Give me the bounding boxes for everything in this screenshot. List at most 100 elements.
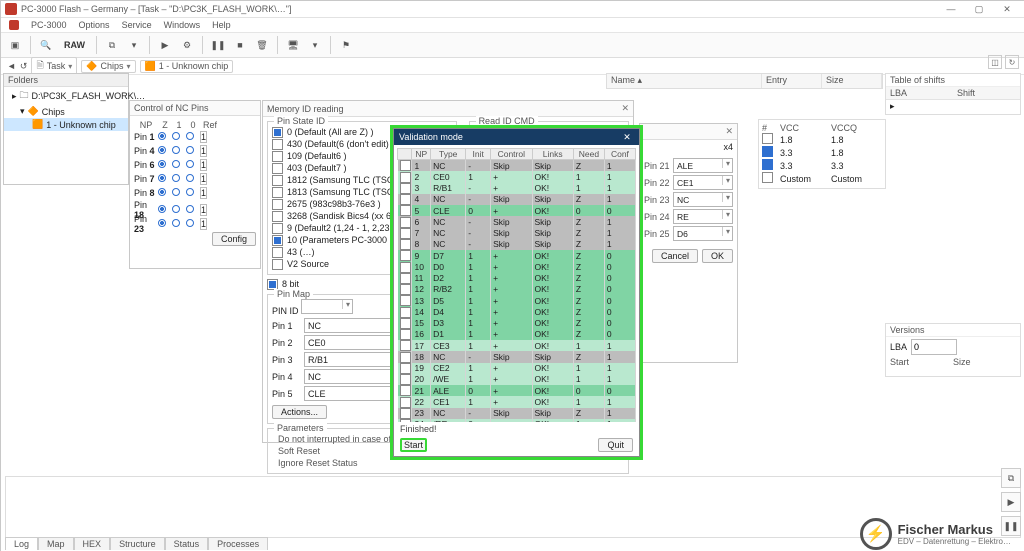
validation-row[interactable]: 10D01+OK!Z0	[398, 261, 636, 272]
tree-chip[interactable]: 🟧1 - Unknown chip	[4, 118, 128, 131]
copy-icon[interactable]: ⧉	[1001, 468, 1021, 488]
radio-z[interactable]	[158, 205, 166, 213]
versions-lba-input[interactable]	[911, 339, 957, 355]
vcc-check-icon[interactable]	[762, 146, 773, 157]
row-checkbox[interactable]	[400, 408, 411, 419]
copy-icon[interactable]: ⧉	[102, 35, 122, 55]
chevron-down-icon[interactable]: ▾	[124, 35, 144, 55]
crumb-chips[interactable]: 🔶Chips	[81, 60, 135, 73]
refresh-icon[interactable]: ↺	[20, 61, 28, 72]
crumb-chip[interactable]: 🟧1 - Unknown chip	[140, 60, 234, 73]
pin-combo[interactable]: CE1	[673, 175, 733, 190]
row-checkbox[interactable]	[400, 273, 411, 284]
radio-z[interactable]	[158, 174, 166, 182]
tree-root[interactable]: ▸🗀D:\PC3K_FLASH_WORK\…	[4, 87, 128, 105]
validation-row[interactable]: 21ALE0+OK!00	[398, 385, 636, 396]
row-checkbox[interactable]	[400, 228, 411, 239]
pin-combo[interactable]: ALE	[673, 158, 733, 173]
row-checkbox[interactable]	[400, 363, 411, 374]
vcc-check-icon[interactable]	[762, 159, 773, 170]
validation-row[interactable]: 23NC-SkipSkipZ1	[398, 408, 636, 419]
app-menu-icon[interactable]	[9, 20, 19, 30]
pin-combo[interactable]: NC	[673, 192, 733, 207]
validation-row[interactable]: 18NC-SkipSkipZ1	[398, 351, 636, 362]
shifts-col-shift[interactable]: Shift	[953, 87, 1020, 99]
row-checkbox[interactable]	[400, 340, 411, 351]
monitor-icon[interactable]: 🖥	[283, 35, 303, 55]
validation-row[interactable]: 12R/B21+OK!Z0	[398, 284, 636, 295]
validation-row[interactable]: 8NC-SkipSkipZ1	[398, 239, 636, 250]
pin-combo[interactable]: D6	[673, 226, 733, 241]
row-checkbox[interactable]	[400, 172, 411, 183]
close-icon[interactable]: ✕	[620, 132, 634, 143]
vcc-row[interactable]: 3.31.8	[762, 146, 882, 159]
radio-z[interactable]	[158, 188, 166, 196]
ok-button[interactable]: OK	[702, 249, 733, 263]
menu-service[interactable]: Service	[122, 20, 152, 30]
row-checkbox[interactable]	[400, 397, 411, 408]
stop-icon[interactable]: ■	[230, 35, 250, 55]
play-icon[interactable]: ▶	[1001, 492, 1021, 512]
radio-1[interactable]	[172, 174, 180, 182]
row-checkbox[interactable]	[400, 385, 411, 396]
radio-1[interactable]	[172, 132, 180, 140]
radio-1[interactable]	[172, 188, 180, 196]
tab-log[interactable]: Log	[5, 537, 38, 550]
cancel-button[interactable]: Cancel	[652, 249, 698, 263]
radio-z[interactable]	[158, 160, 166, 168]
validation-row[interactable]: 22CE11+OK!11	[398, 396, 636, 407]
radio-0[interactable]	[186, 160, 194, 168]
row-checkbox[interactable]	[400, 205, 411, 216]
close-icon[interactable]: ✕	[621, 103, 629, 114]
ref-box[interactable]: 1	[200, 187, 207, 199]
radio-0[interactable]	[186, 174, 194, 182]
minimize-icon[interactable]: —	[937, 4, 965, 14]
row-checkbox[interactable]	[400, 250, 411, 261]
vcc-row[interactable]: 3.33.3	[762, 159, 882, 172]
radio-0[interactable]	[186, 205, 194, 213]
vcc-row[interactable]: 1.81.8	[762, 133, 882, 146]
row-checkbox[interactable]	[400, 352, 411, 363]
radio-z[interactable]	[158, 219, 166, 227]
validation-row[interactable]: 14D41+OK!Z0	[398, 306, 636, 317]
validation-row[interactable]: 6NC-SkipSkipZ1	[398, 216, 636, 227]
maximize-icon[interactable]: ▢	[965, 4, 993, 15]
row-checkbox[interactable]	[400, 295, 411, 306]
radio-0[interactable]	[186, 146, 194, 154]
tab-map[interactable]: Map	[38, 537, 74, 550]
validation-row[interactable]: 5CLE0+OK!00	[398, 205, 636, 216]
quit-button[interactable]: Quit	[598, 438, 633, 452]
validation-row[interactable]: 1NC-SkipSkipZ1	[398, 160, 636, 172]
pause-icon[interactable]: ❚❚	[208, 35, 228, 55]
vcc-check-icon[interactable]	[762, 133, 773, 144]
row-checkbox[interactable]	[400, 194, 411, 205]
validation-row[interactable]: 3R/B1-+OK!11	[398, 183, 636, 194]
back-icon[interactable]: ◄	[7, 61, 16, 71]
trash-icon[interactable]: 🗑	[252, 35, 272, 55]
refresh-icon[interactable]: ↻	[1005, 55, 1019, 69]
vcc-row[interactable]: CustomCustom	[762, 172, 882, 185]
validation-row[interactable]: 9D71+OK!Z0	[398, 250, 636, 261]
tab-structure[interactable]: Structure	[110, 537, 165, 550]
radio-0[interactable]	[186, 132, 194, 140]
versions-col-start[interactable]: Start	[890, 357, 953, 367]
config-button[interactable]: Config	[212, 232, 256, 246]
col-size[interactable]: Size	[822, 74, 882, 88]
versions-col-size[interactable]: Size	[953, 357, 1016, 367]
close-icon[interactable]: ✕	[993, 4, 1021, 15]
validation-row[interactable]: 19CE21+OK!11	[398, 363, 636, 374]
raw-button[interactable]: RAW	[58, 35, 91, 55]
radio-z[interactable]	[158, 132, 166, 140]
tree-chips[interactable]: ▾🔶Chips	[4, 105, 128, 118]
row-checkbox[interactable]	[400, 217, 411, 228]
radio-1[interactable]	[172, 160, 180, 168]
ref-box[interactable]: 1	[200, 218, 207, 230]
row-checkbox[interactable]	[400, 329, 411, 340]
menu-help[interactable]: Help	[212, 20, 231, 30]
radio-0[interactable]	[186, 219, 194, 227]
radio-1[interactable]	[172, 205, 180, 213]
flag-icon[interactable]: ⚑	[336, 35, 356, 55]
menu-options[interactable]: Options	[79, 20, 110, 30]
radio-z[interactable]	[158, 146, 166, 154]
ref-box[interactable]: 1	[200, 204, 207, 216]
